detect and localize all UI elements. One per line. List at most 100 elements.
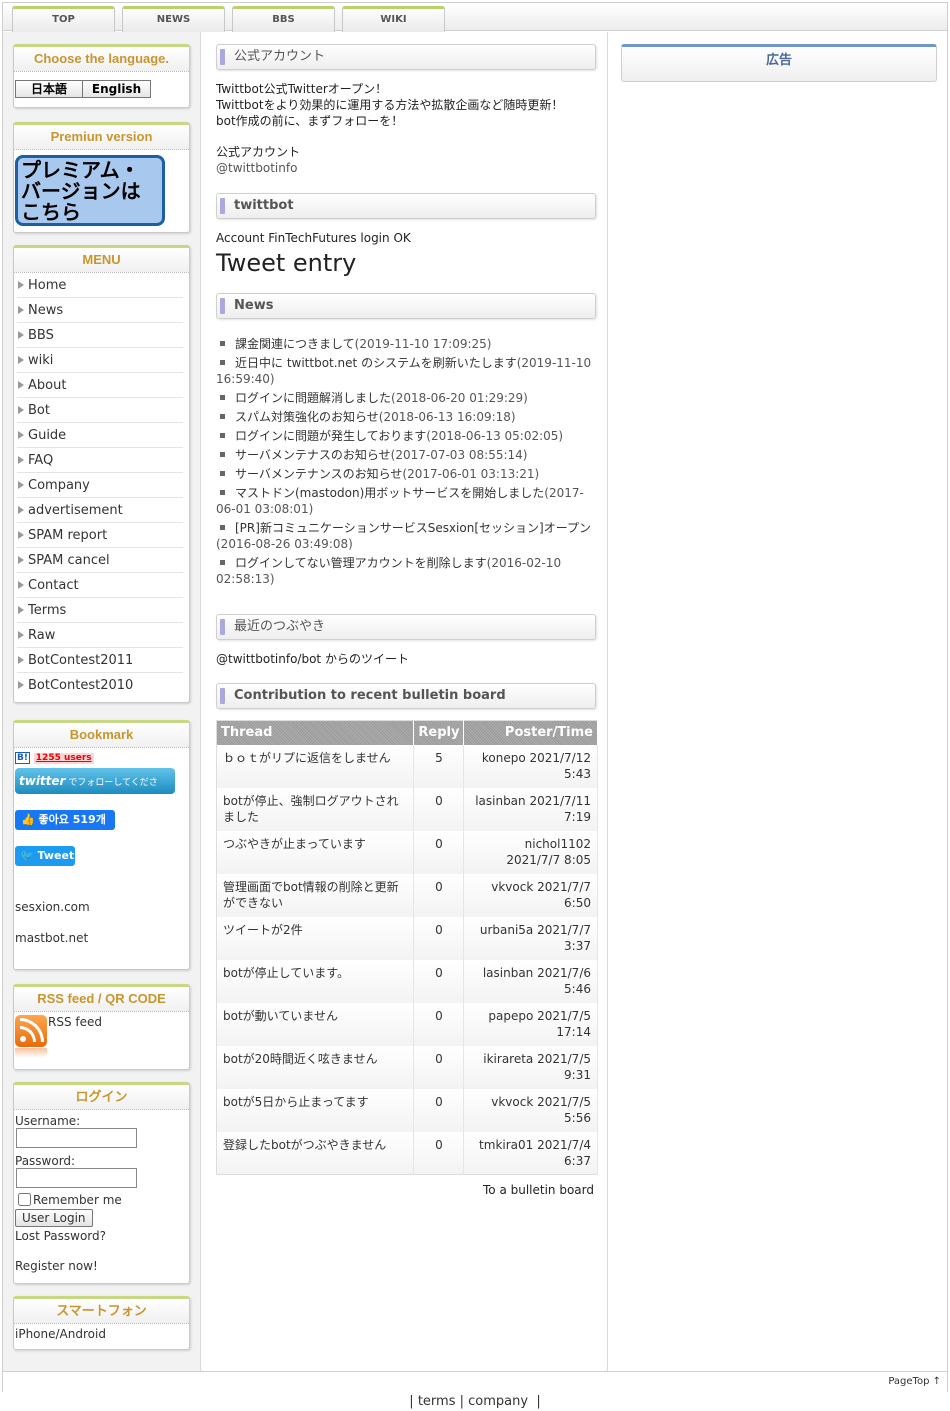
bookmark-title: Bookmark (14, 723, 189, 748)
thread-cell[interactable]: botが停止、強制ログアウトされました (216, 787, 415, 831)
tweet-button[interactable]: 🐦 Tweet (15, 846, 75, 866)
thread-cell[interactable]: ツイートが2件 (216, 916, 415, 960)
thread-cell[interactable]: 登録したbotがつぶやきません (216, 1131, 415, 1175)
thread-cell[interactable]: botが5日から止まってます (216, 1088, 415, 1132)
news-title[interactable]: ログインに問題が発生しております (235, 429, 426, 443)
thread-cell[interactable]: つぶやきが止まっています (216, 830, 415, 874)
thread-cell[interactable]: botが動いていません (216, 1002, 415, 1046)
menu-item-guide[interactable]: Guide (17, 423, 183, 448)
news-item[interactable]: マストドン(mastodon)用ボットサービスを開始しました(2017-06-0… (216, 485, 596, 517)
menu-item-company[interactable]: Company (17, 473, 183, 498)
news-item[interactable]: サーバメンテナスのお知らせ(2017-07-03 08:55:14) (216, 447, 596, 463)
menu-item-label: Terms (28, 603, 67, 618)
thread-cell[interactable]: 管理画面でbot情報の削除と更新ができない (216, 873, 415, 917)
news-item[interactable]: [PR]新コミュニケーションサービスSesxion[セッション]オープン (201… (216, 520, 596, 552)
register-link[interactable]: Register now! (15, 1259, 188, 1273)
menu-item-bot[interactable]: Bot (17, 398, 183, 423)
news-title[interactable]: ログインに問題解消しました (235, 391, 391, 405)
bbs-table: Thread Reply Poster/Time ｂｏｔがリプに返信をしません 5… (216, 720, 598, 1175)
rss-icon-reflection (15, 1048, 47, 1058)
menu-item-raw[interactable]: Raw (17, 623, 183, 648)
tab-wiki[interactable]: WIKI (342, 6, 445, 32)
table-row[interactable]: つぶやきが止まっています 0 nichol1102 2021/7/7 8:05 (216, 830, 598, 874)
rss-feed-link[interactable]: RSS feed (48, 1015, 102, 1029)
menu-item-spam-cancel[interactable]: SPAM cancel (17, 548, 183, 573)
company-link[interactable]: company (468, 1394, 528, 1409)
news-item[interactable]: 課金関連につきまして(2019-11-10 17:09:25) (216, 336, 596, 352)
hatena-users-count[interactable]: 1255 users (33, 753, 94, 764)
table-row[interactable]: ツイートが2件 0 urbani5a 2021/7/7 3:37 (216, 916, 598, 960)
table-row[interactable]: botが動いていません 0 papepo 2021/7/5 17:14 (216, 1002, 598, 1046)
japanese-button[interactable]: 日本語 (15, 80, 83, 98)
bulletin-board-link[interactable]: To a bulletin board (216, 1182, 594, 1198)
menu-item-advertisement[interactable]: advertisement (17, 498, 183, 523)
tab-top[interactable]: TOP (12, 6, 115, 32)
tab-bbs[interactable]: BBS (232, 6, 335, 32)
news-title[interactable]: サーバメンテナンスのお知らせ (235, 467, 402, 481)
table-row[interactable]: ｂｏｔがリプに返信をしません 5 konepo 2021/7/12 5:43 (216, 744, 598, 788)
facebook-like-button[interactable]: 👍 좋아요 519개 (15, 810, 115, 830)
sesxion-link[interactable]: sesxion.com (15, 900, 188, 914)
menu-item-news[interactable]: News (17, 298, 183, 323)
news-title[interactable]: 課金関連につきまして (235, 337, 355, 351)
lost-password-link[interactable]: Lost Password? (15, 1229, 188, 1243)
twitter-follow-button[interactable]: twitter でフォローしてください！ (15, 768, 175, 794)
recent-tweets-text: @twittbotinfo/bot からのツイート (216, 652, 409, 666)
menu-item-spam-report[interactable]: SPAM report (17, 523, 183, 548)
menu-item-home[interactable]: Home (17, 273, 183, 298)
news-title[interactable]: サーバメンテナスのお知らせ (235, 448, 391, 462)
menu-item-botcontest2010[interactable]: BotContest2010 (17, 673, 183, 698)
menu-item-botcontest2011[interactable]: BotContest2011 (17, 648, 183, 673)
password-input[interactable] (16, 1168, 137, 1188)
official-handle-link[interactable]: @twittbotinfo (216, 160, 596, 176)
news-item[interactable]: ログインしてない管理アカウントを削除します(2016-02-10 02:58:1… (216, 555, 596, 587)
table-row[interactable]: botが20時間近く呟きません 0 ikirareta 2021/7/5 9:31 (216, 1045, 598, 1089)
table-row[interactable]: botが停止しています。 0 lasinban 2021/7/6 5:46 (216, 959, 598, 1003)
news-title[interactable]: スパム対策強化のお知らせ (235, 410, 379, 424)
news-item[interactable]: スパム対策強化のお知らせ(2018-06-13 16:09:18) (216, 409, 596, 425)
menu-item-wiki[interactable]: wiki (17, 348, 183, 373)
menu-item-bbs[interactable]: BBS (17, 323, 183, 348)
news-title[interactable]: [PR]新コミュニケーションサービスSesxion[セッション]オープン (235, 521, 591, 535)
news-item[interactable]: 近日中に twittbot.net のシステムを刷新いたします(2019-11-… (216, 355, 596, 387)
table-row[interactable]: 登録したbotがつぶやきません 0 tmkira01 2021/7/4 6:37 (216, 1131, 598, 1175)
tab-news[interactable]: NEWS (122, 6, 225, 32)
news-title[interactable]: マストドン(mastodon)用ボットサービスを開始しました (235, 486, 544, 500)
hatena-bookmark[interactable]: B! 1255 users (15, 750, 188, 764)
news-item[interactable]: ログインに問題解消しました(2018-06-20 01:29:29) (216, 390, 596, 406)
smartphone-link[interactable]: iPhone/Android (14, 1324, 189, 1344)
news-item[interactable]: サーバメンテナンスのお知らせ(2017-06-01 03:13:21) (216, 466, 596, 482)
bookmark-box: Bookmark B! 1255 users twitter でフォローしてくだ… (13, 720, 190, 970)
menu-item-about[interactable]: About (17, 373, 183, 398)
menu-item-label: SPAM cancel (28, 553, 110, 568)
terms-link[interactable]: terms (418, 1394, 456, 1409)
smartphone-title: スマートフォン (14, 1299, 189, 1324)
news-title[interactable]: 近日中に twittbot.net のシステムを刷新いたします (235, 356, 517, 370)
menu-item-terms[interactable]: Terms (17, 598, 183, 623)
remember-me-checkbox[interactable] (18, 1193, 31, 1206)
menu-list: Home News BBS wiki About Bot Guide FAQ Company ad… (14, 273, 189, 700)
recent-tweets-heading-text: 最近のつぶやき (234, 619, 326, 634)
news-date: (2016-08-26 03:49:08) (216, 537, 353, 551)
table-row[interactable]: 管理画面でbot情報の削除と更新ができない 0 vkvock 2021/7/7 6:… (216, 873, 598, 917)
thread-cell[interactable]: botが停止しています。 (216, 959, 415, 1003)
page-top-link[interactable]: PageTop ↑ (888, 1376, 941, 1387)
thumbs-up-icon: 👍 (21, 813, 35, 826)
mastbot-link[interactable]: mastbot.net (15, 931, 188, 945)
menu-arrow-icon (18, 406, 24, 414)
rss-icon[interactable] (15, 1015, 47, 1047)
username-input[interactable] (16, 1128, 137, 1148)
thread-cell[interactable]: botが20時間近く呟きません (216, 1045, 415, 1089)
menu-arrow-icon (18, 656, 24, 664)
table-row[interactable]: botが停止、強制ログアウトされました 0 lasinban 2021/7/11 7… (216, 787, 598, 831)
news-title[interactable]: ログインしてない管理アカウントを削除します (235, 556, 487, 570)
menu-item-contact[interactable]: Contact (17, 573, 183, 598)
premium-version-button[interactable]: プレミアム・バージョンはこちら (15, 155, 165, 226)
menu-item-faq[interactable]: FAQ (17, 448, 183, 473)
thread-cell[interactable]: ｂｏｔがリプに返信をしません (216, 744, 415, 788)
table-row[interactable]: botが5日から止まってます 0 vkvock 2021/7/5 5:56 (216, 1088, 598, 1132)
official-heading-text: 公式アカウント (234, 49, 326, 64)
english-button[interactable]: English (83, 80, 151, 98)
user-login-button[interactable]: User Login (15, 1209, 93, 1227)
news-item[interactable]: ログインに問題が発生しております(2018-06-13 05:02:05) (216, 428, 596, 444)
